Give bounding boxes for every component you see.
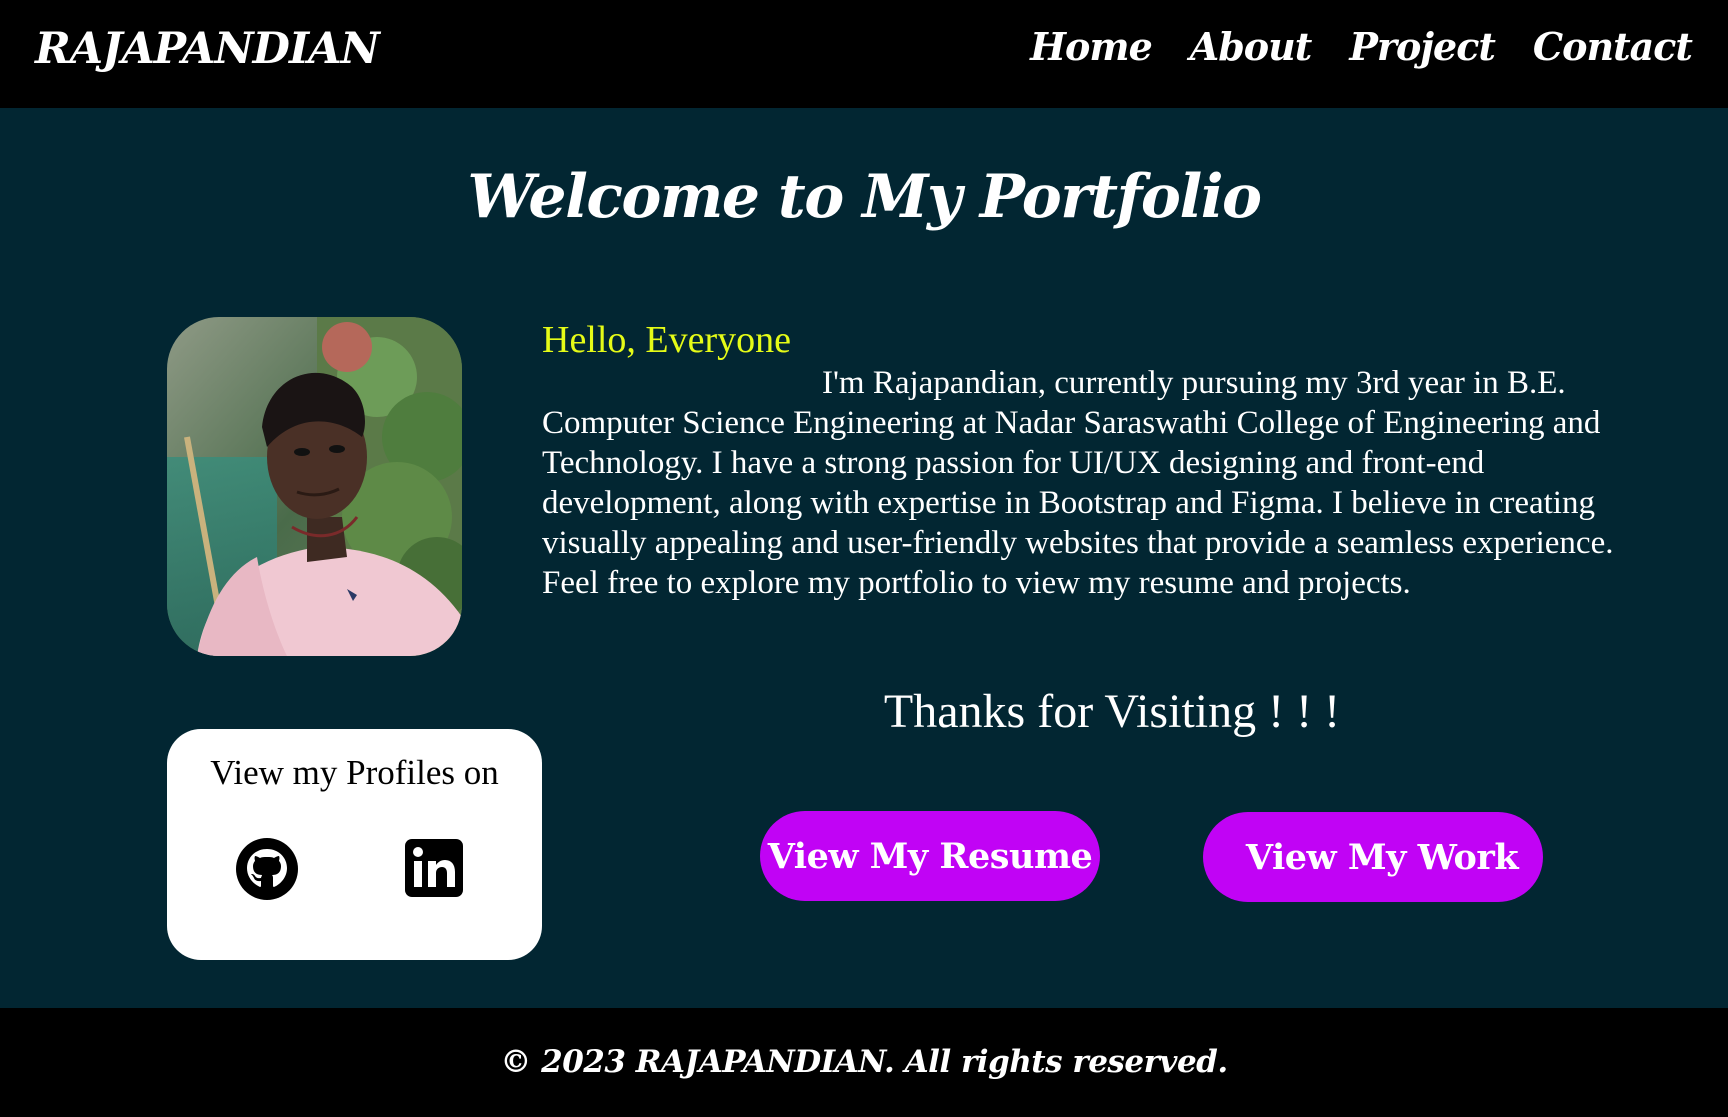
greeting-heading: Hello, Everyone [542,319,792,361]
nav-home-link[interactable]: Home [1030,24,1153,69]
copyright-text: © 2023 RAJAPANDIAN. All rights reserved. [500,1044,1228,1080]
linkedin-icon[interactable] [405,839,463,897]
brand-logo[interactable]: RAJAPANDIAN [35,24,380,74]
nav-links: Home About Project Contact [1030,24,1693,69]
nav-contact-link[interactable]: Contact [1533,24,1693,69]
page-title: Welcome to My Portfolio [467,162,1262,232]
view-work-button[interactable]: View My Work [1203,812,1543,902]
footer: © 2023 RAJAPANDIAN. All rights reserved. [0,1008,1728,1117]
nav-project-link[interactable]: Project [1349,24,1496,69]
profiles-title: View my Profiles on [210,753,499,792]
profiles-card: View my Profiles on [167,729,542,960]
bio-paragraph: I'm Rajapandian, currently pursuing my 3… [542,365,1614,601]
nav-about-link[interactable]: About [1190,24,1313,69]
view-resume-button[interactable]: View My Resume [760,811,1100,901]
thanks-message: Thanks for Visiting ! ! ! [883,685,1341,738]
github-icon[interactable] [235,837,299,901]
profile-photo [167,317,462,656]
navbar: RAJAPANDIAN Home About Project Contact [0,0,1728,108]
